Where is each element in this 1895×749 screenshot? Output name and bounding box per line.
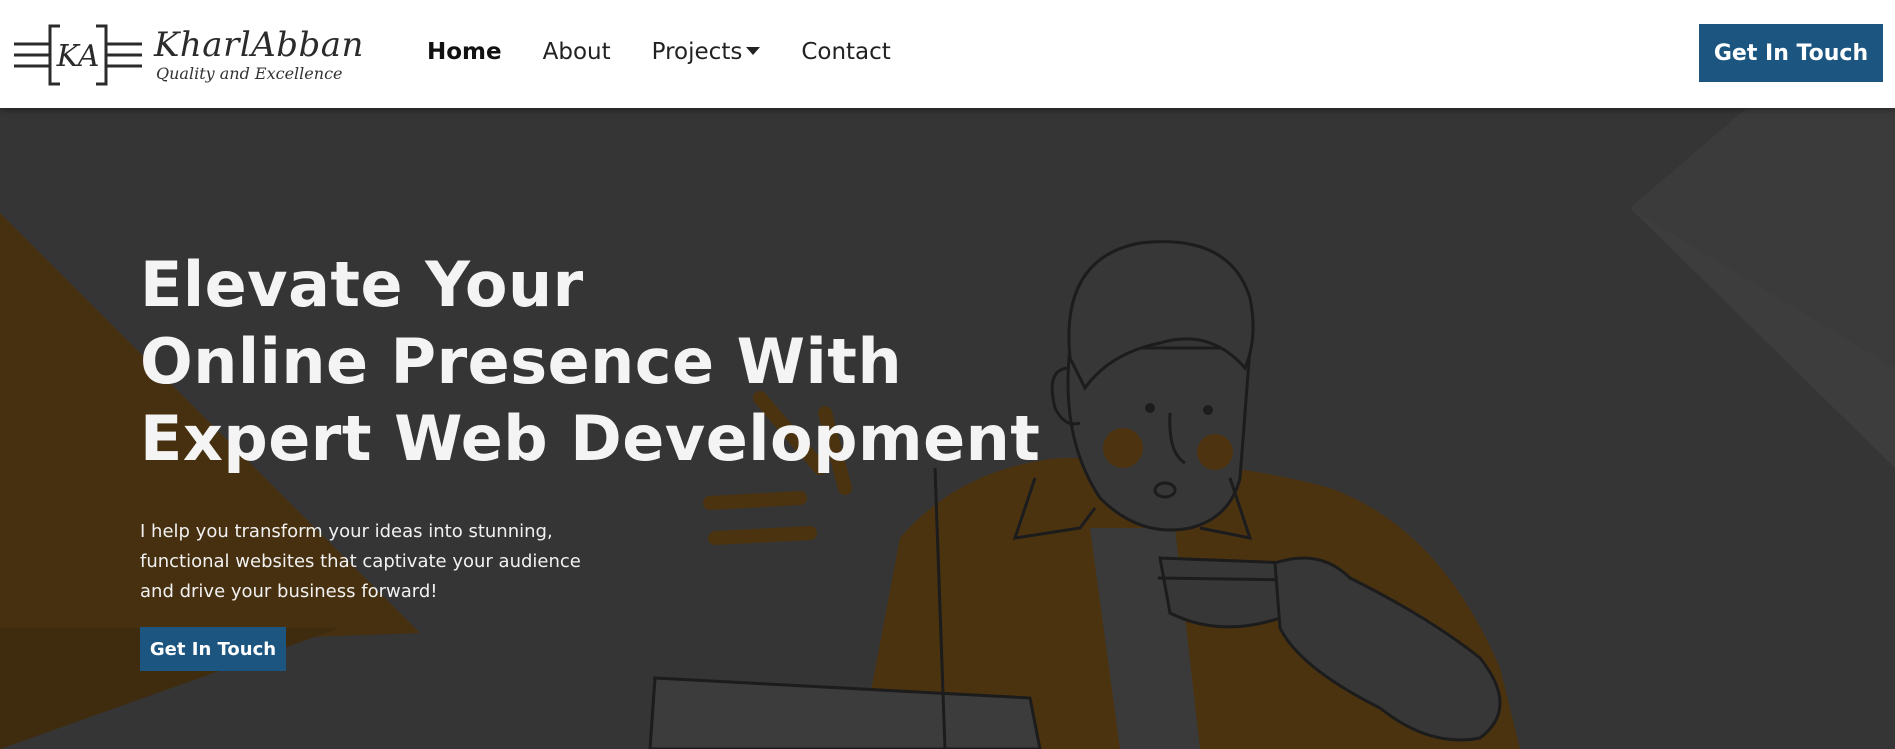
nav-contact-link[interactable]: Contact	[801, 39, 890, 65]
hero-section: Elevate Your Online Presence With Expert…	[0, 108, 1895, 749]
nav-about-link[interactable]: About	[543, 39, 611, 65]
brand-text: KharlAbban Quality and Excellence	[154, 26, 364, 84]
hero-heading-line-3: Expert Web Development	[140, 402, 1041, 475]
nav-projects-label: Projects	[651, 39, 743, 65]
nav-projects-dropdown[interactable]: Projects	[652, 39, 761, 65]
hero-heading: Elevate Your Online Presence With Expert…	[140, 246, 1040, 477]
navbar: KA KharlAbban Quality and Excellence Hom…	[0, 0, 1895, 108]
nav-home-link[interactable]: Home	[427, 39, 502, 65]
ka-monogram-icon: KA	[14, 24, 142, 86]
brand-name: KharlAbban	[154, 25, 364, 65]
get-in-touch-nav-button[interactable]: Get In Touch	[1699, 24, 1883, 82]
hero-subtitle: I help you transform your ideas into stu…	[140, 521, 581, 602]
brand-logo[interactable]: KA KharlAbban Quality and Excellence	[14, 20, 363, 90]
brand-tagline: Quality and Excellence	[156, 64, 343, 83]
hero-content: Elevate Your Online Presence With Expert…	[140, 246, 1040, 671]
hero-heading-line-2: Online Presence With	[140, 325, 903, 398]
svg-text:KA: KA	[56, 39, 100, 74]
hero-heading-line-1: Elevate Your	[140, 248, 584, 321]
caret-down-icon	[746, 47, 761, 55]
get-in-touch-hero-button[interactable]: Get In Touch	[140, 627, 286, 671]
main-nav: Home About Projects Contact	[427, 0, 932, 104]
